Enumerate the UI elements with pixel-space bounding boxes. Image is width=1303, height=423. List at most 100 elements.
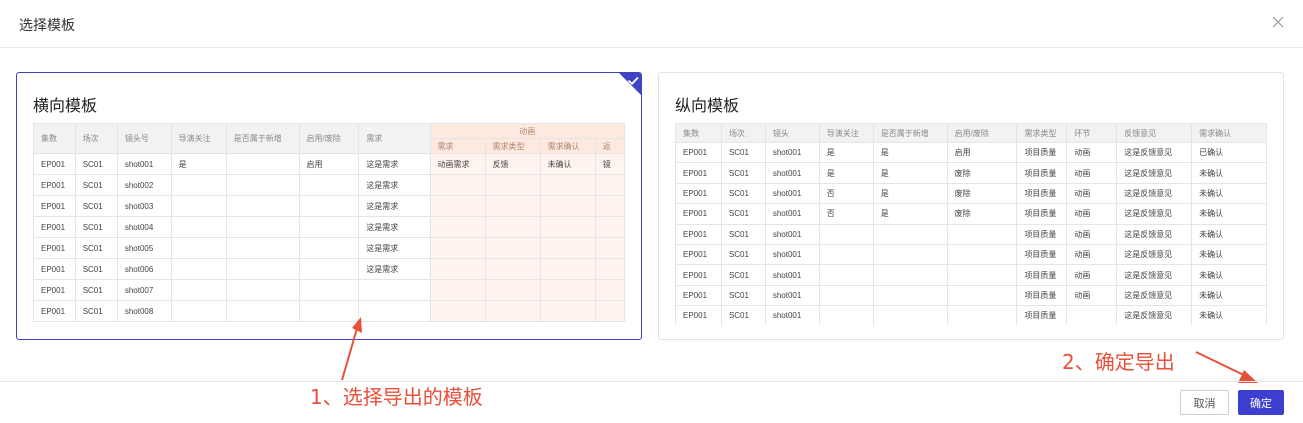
table-cell bbox=[539, 174, 596, 196]
table-cell: shot001 bbox=[764, 223, 820, 245]
table-cell: EP001 bbox=[33, 258, 76, 280]
table-cell bbox=[170, 300, 227, 322]
table-cell: 动画 bbox=[1066, 264, 1118, 286]
table-cell: 是 bbox=[818, 162, 874, 184]
table-cell bbox=[170, 237, 227, 259]
table-cell bbox=[946, 264, 1018, 286]
table-cell bbox=[429, 258, 486, 280]
confirm-button[interactable]: 确定 bbox=[1238, 390, 1284, 415]
table-cell: EP001 bbox=[675, 223, 722, 245]
table-cell: shot006 bbox=[116, 258, 172, 280]
column-header: 是否属于新增 bbox=[872, 123, 948, 143]
table-cell bbox=[298, 195, 360, 217]
dialog-header: 选择模板 bbox=[0, 0, 1303, 48]
table-row: EP001 SC01 shot008 bbox=[33, 300, 625, 322]
table-cell bbox=[539, 216, 596, 238]
table-row: EP001 SC01 shot001 项目质量 动画 这是反馈意见 未确认 bbox=[675, 284, 1267, 307]
table-cell: 这是需求 bbox=[358, 258, 431, 280]
table-cell bbox=[872, 305, 948, 325]
table-cell: SC01 bbox=[720, 243, 766, 266]
table-cell: SC01 bbox=[74, 153, 118, 175]
table-cell bbox=[872, 223, 948, 245]
table-cell: SC01 bbox=[720, 182, 766, 205]
column-header: 环节 bbox=[1066, 123, 1118, 143]
table-cell: shot005 bbox=[116, 237, 172, 259]
table-cell bbox=[298, 258, 360, 280]
sub-column-header: 返 bbox=[594, 138, 625, 154]
close-button[interactable] bbox=[1269, 13, 1287, 31]
table-cell: shot003 bbox=[116, 195, 172, 217]
table-cell bbox=[298, 216, 360, 238]
table-cell: 是 bbox=[170, 153, 227, 175]
column-header: 场次 bbox=[74, 123, 118, 154]
dialog-title: 选择模板 bbox=[19, 18, 75, 34]
table-cell: SC01 bbox=[720, 284, 766, 307]
template-card-horizontal[interactable]: 横向模板 集数 场次 镜头号 导演关注 是否属于新增 启用/废除 需求 动画 需求 需求类型 需求… bbox=[16, 72, 642, 340]
table-cell bbox=[484, 258, 541, 280]
table-cell bbox=[946, 284, 1018, 307]
table-cell: 这是需求 bbox=[358, 153, 431, 175]
table-cell: EP001 bbox=[33, 174, 76, 196]
table-cell: 这是需求 bbox=[358, 237, 431, 259]
table-cell bbox=[1066, 305, 1118, 325]
column-header: 镜头号 bbox=[116, 123, 172, 154]
selected-indicator bbox=[619, 73, 641, 95]
table-cell: 废除 bbox=[946, 203, 1018, 225]
column-header: 集数 bbox=[675, 123, 722, 143]
table-cell: SC01 bbox=[74, 258, 118, 280]
table-row: EP001 SC01 shot003 这是需求 bbox=[33, 195, 625, 217]
table-cell bbox=[429, 216, 486, 238]
table-cell bbox=[594, 195, 625, 217]
table-cell: EP001 bbox=[33, 237, 76, 259]
table-cell: 项目质量 bbox=[1016, 182, 1068, 205]
table-cell bbox=[594, 237, 625, 259]
table-cell bbox=[818, 264, 874, 286]
table-cell: 否 bbox=[818, 203, 874, 225]
table-cell bbox=[225, 216, 300, 238]
table-row: EP001 SC01 shot002 这是需求 bbox=[33, 174, 625, 196]
column-header: 需求类型 bbox=[1016, 123, 1068, 143]
table-cell bbox=[539, 258, 596, 280]
table-cell: EP001 bbox=[675, 162, 722, 184]
table-cell bbox=[484, 279, 541, 301]
table-cell bbox=[170, 216, 227, 238]
table-cell: 未确认 bbox=[1191, 264, 1267, 286]
table-cell bbox=[818, 305, 874, 325]
table-cell bbox=[484, 237, 541, 259]
table-cell: 否 bbox=[818, 182, 874, 205]
table-cell bbox=[298, 237, 360, 259]
table-cell: SC01 bbox=[720, 141, 766, 164]
table-cell bbox=[539, 300, 596, 322]
template-preview-vertical: 集数 场次 镜头 导演关注 是否属于新增 启用/废除 需求类型 环节 反馈意见 需求确认 EP00… bbox=[675, 123, 1267, 325]
column-header: 需求确认 bbox=[1191, 123, 1267, 143]
table-cell bbox=[872, 284, 948, 307]
table-cell: EP001 bbox=[675, 305, 722, 325]
column-header: 场次 bbox=[720, 123, 766, 143]
table-cell: 动画 bbox=[1066, 243, 1118, 266]
table-cell: shot008 bbox=[116, 300, 172, 322]
table-cell: 这是反馈意见 bbox=[1116, 243, 1193, 266]
table-cell: 反馈 bbox=[484, 153, 541, 175]
table-cell: 这是反馈意见 bbox=[1116, 162, 1193, 184]
table-cell: 项目质量 bbox=[1016, 284, 1068, 307]
table-cell bbox=[594, 216, 625, 238]
column-header: 导演关注 bbox=[818, 123, 874, 143]
table-cell: SC01 bbox=[720, 162, 766, 184]
table-row: EP001 SC01 shot001 项目质量 这是反馈意见 未确认 bbox=[675, 305, 1267, 325]
template-card-vertical[interactable]: 纵向模板 集数 场次 镜头 导演关注 是否属于新增 启用/废除 需求类型 环节 反馈意见 需求确认… bbox=[658, 72, 1284, 340]
table-cell: 项目质量 bbox=[1016, 243, 1068, 266]
table-cell bbox=[594, 279, 625, 301]
table-cell bbox=[594, 174, 625, 196]
table-cell: EP001 bbox=[675, 284, 722, 307]
annotation-step1: 1、选择导出的模板 bbox=[310, 385, 483, 409]
table-cell: 未确认 bbox=[1191, 243, 1267, 266]
table-cell bbox=[539, 237, 596, 259]
table-cell: 废除 bbox=[946, 162, 1018, 184]
table-cell: 这是反馈意见 bbox=[1116, 264, 1193, 286]
table-cell: 是 bbox=[818, 141, 874, 164]
table-cell: 项目质量 bbox=[1016, 305, 1068, 325]
table-row: EP001 SC01 shot001 是 启用 这是需求 动画需求 反馈 未确认镜 bbox=[33, 153, 625, 175]
table-cell bbox=[225, 279, 300, 301]
cancel-button[interactable]: 取消 bbox=[1180, 390, 1229, 415]
table-cell: 是 bbox=[872, 182, 948, 205]
